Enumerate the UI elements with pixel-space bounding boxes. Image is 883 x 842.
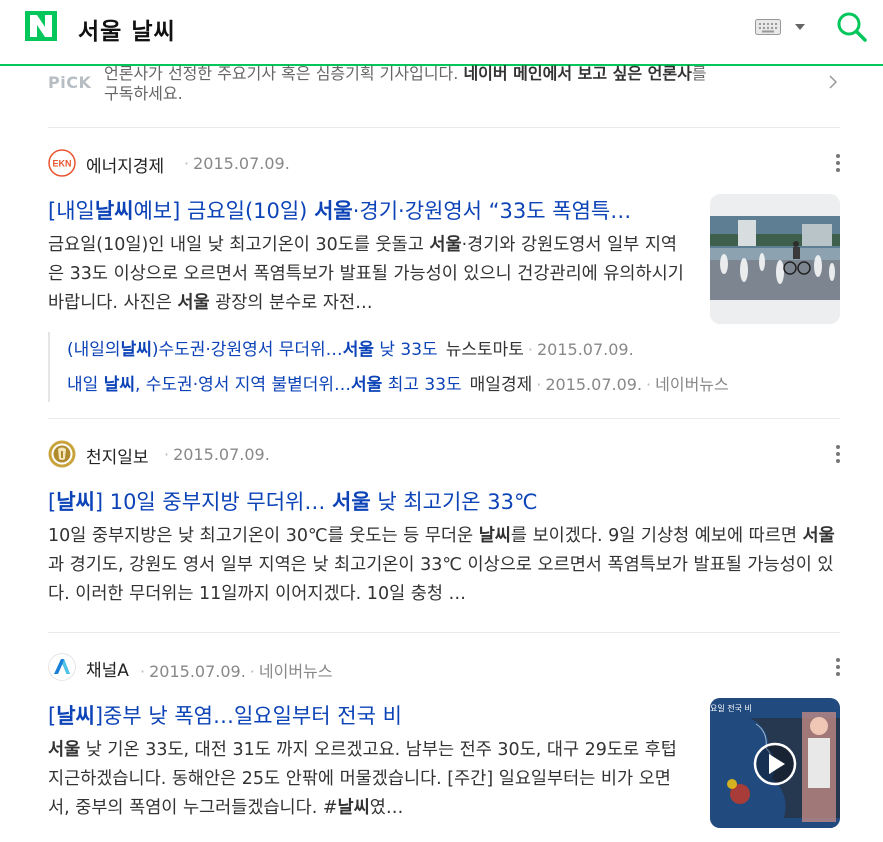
search-header: 서울 날씨	[0, 0, 883, 66]
divider	[48, 632, 840, 633]
divider	[48, 418, 840, 419]
pick-badge: PiCK	[48, 73, 92, 92]
news-item: 천지일보 · 2015.07.09. [날씨] 10일 중부지방 무더위… 서울 …	[48, 440, 840, 610]
related-article-link[interactable]: (내일의날씨)수도권·강원영서 무더위…서울 낮 33도	[67, 340, 438, 360]
related-source[interactable]: 뉴스토마토	[446, 340, 524, 360]
divider	[48, 127, 840, 128]
more-options-icon[interactable]	[836, 445, 840, 463]
search-query[interactable]: 서울 날씨	[78, 12, 176, 46]
naver-news-link[interactable]: 네이버뉴스	[259, 662, 333, 681]
keyboard-icon[interactable]	[755, 19, 781, 35]
channel-a-logo-icon[interactable]	[48, 653, 76, 681]
related-source[interactable]: 매일경제	[470, 375, 533, 395]
article-description[interactable]: 10일 중부지방은 낮 최고기온이 30℃를 웃도는 등 무더운 날씨를 보이겠…	[48, 522, 840, 612]
cheonji-logo-icon[interactable]	[48, 440, 76, 468]
related-date: · 2015.07.09.	[536, 375, 643, 394]
svg-text:EKN: EKN	[52, 159, 71, 169]
source-row: 채널A · 2015.07.09. · 네이버뉴스	[48, 653, 840, 681]
source-name[interactable]: 에너지경제	[86, 152, 164, 177]
publish-date: · 2015.07.09.	[184, 154, 290, 173]
related-article: (내일의날씨)수도권·강원영서 무더위…서울 낮 33도 뉴스토마토 · 2015.0…	[67, 332, 840, 367]
pick-notice[interactable]: PiCK 언론사가 선정한 주요기사 혹은 심층기획 기사입니다. 네이버 메인…	[48, 62, 840, 120]
chevron-down-icon[interactable]	[795, 24, 805, 30]
article-thumbnail[interactable]	[710, 194, 840, 324]
article-description[interactable]: 금요일(10일)인 내일 낮 최고기온이 30도를 웃돌고 서울·경기와 강원도…	[48, 231, 692, 321]
search-icon[interactable]	[836, 11, 868, 43]
related-article-link[interactable]: 내일 날씨, 수도권·영서 지역 불볕더위…서울 최고 33도	[67, 375, 462, 395]
related-date: · 2015.07.09.	[527, 340, 634, 359]
news-item: EKN 에너지경제 · 2015.07.09. [내일날씨예보] 금요일(10일)…	[48, 149, 840, 402]
chevron-right-icon[interactable]	[828, 74, 838, 90]
article-title[interactable]: [내일날씨예보] 금요일(10일) 서울·경기·강원영서 “33도 폭염특…	[48, 195, 688, 225]
more-options-icon[interactable]	[836, 658, 840, 676]
source-name[interactable]: 천지일보	[86, 443, 149, 468]
naver-news-link[interactable]: · 네이버뉴스	[642, 375, 729, 394]
thumbnail-caption: 요일 전국 비	[710, 703, 752, 713]
ekn-logo-icon[interactable]: EKN	[48, 149, 76, 177]
news-item: 채널A · 2015.07.09. · 네이버뉴스 [날씨]중부 낮 폭염…일요일부터…	[48, 653, 840, 842]
source-name[interactable]: 채널A	[86, 656, 129, 681]
naver-logo-icon[interactable]	[25, 11, 57, 41]
publish-date: · 2015.07.09.	[164, 445, 270, 464]
video-thumbnail[interactable]: 요일 전국 비	[710, 698, 840, 828]
pick-description: 언론사가 선정한 주요기사 혹은 심층기획 기사입니다. 네이버 메인에서 보고…	[104, 64, 707, 103]
publish-date: · 2015.07.09. · 네이버뉴스	[140, 662, 333, 681]
related-article: 내일 날씨, 수도권·영서 지역 불볕더위…서울 최고 33도 매일경제 · 2015…	[67, 367, 840, 402]
article-description[interactable]: 서울 낮 기온 33도, 대전 31도 까지 오르겠고요. 남부는 전주 30도…	[48, 736, 692, 826]
source-row: EKN 에너지경제 · 2015.07.09.	[48, 149, 840, 177]
related-articles: (내일의날씨)수도권·강원영서 무더위…서울 낮 33도 뉴스토마토 · 2015.0…	[48, 332, 840, 402]
source-row: 천지일보 · 2015.07.09.	[48, 440, 840, 468]
article-title[interactable]: [날씨]중부 낮 폭염…일요일부터 전국 비	[48, 700, 688, 730]
article-title[interactable]: [날씨] 10일 중부지방 무더위… 서울 낮 최고기온 33℃	[48, 486, 840, 516]
more-options-icon[interactable]	[836, 154, 840, 172]
